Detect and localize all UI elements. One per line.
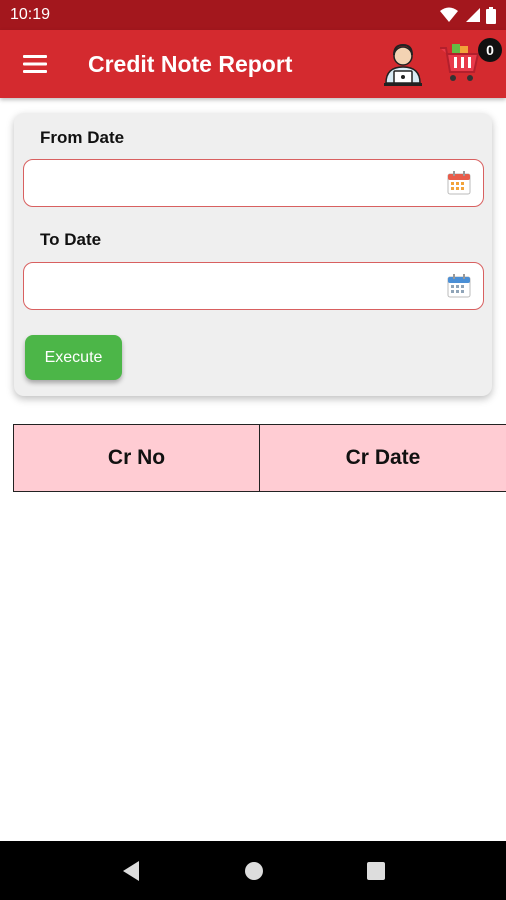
wifi-icon (440, 7, 458, 22)
cart-button[interactable]: 0 (436, 30, 506, 98)
recents-icon[interactable] (366, 861, 385, 880)
status-time: 10:19 (10, 6, 51, 23)
status-icons (440, 6, 496, 24)
cart-count-badge: 0 (478, 38, 502, 62)
support-agent-icon[interactable] (380, 41, 426, 87)
menu-button[interactable] (0, 30, 70, 98)
to-date-field[interactable] (23, 262, 484, 310)
column-header-cr-no: Cr No (14, 425, 260, 491)
back-icon[interactable] (121, 860, 141, 882)
home-icon[interactable] (244, 861, 264, 881)
status-bar: 10:19 (0, 0, 506, 30)
battery-icon (486, 6, 496, 24)
from-date-label: From Date (40, 128, 125, 147)
calendar-icon[interactable] (447, 171, 471, 195)
page-title: Credit Note Report (88, 50, 293, 77)
table-header: Cr No Cr Date (13, 424, 506, 492)
system-nav-bar (0, 841, 506, 900)
execute-button[interactable]: Execute (25, 335, 122, 380)
app-bar: Credit Note Report 0 (0, 30, 506, 98)
from-date-input[interactable] (24, 160, 483, 206)
signal-icon (466, 8, 480, 22)
column-header-cr-date: Cr Date (260, 425, 506, 491)
to-date-input[interactable] (24, 263, 483, 309)
from-date-field[interactable] (23, 159, 484, 207)
date-filter-card: From Date To Date Execute (14, 113, 492, 396)
calendar-icon[interactable] (447, 274, 471, 298)
to-date-label: To Date (40, 230, 102, 249)
hamburger-menu-icon (23, 55, 47, 73)
shopping-cart-icon (440, 44, 480, 81)
